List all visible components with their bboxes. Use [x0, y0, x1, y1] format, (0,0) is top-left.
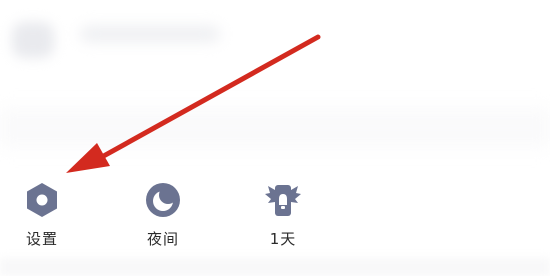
settings-label: 设置: [25, 230, 58, 248]
blurred-bottom-edge: [0, 258, 550, 276]
blurred-strip: [0, 108, 550, 148]
one-day-label: 1天: [269, 230, 297, 248]
blurred-header-area: [0, 0, 550, 150]
settings-button[interactable]: 设置: [12, 180, 72, 250]
username-placeholder: [80, 26, 220, 42]
night-mode-button[interactable]: 夜间: [133, 180, 193, 250]
angel-wings-icon: [263, 180, 303, 220]
avatar: [12, 22, 54, 58]
one-day-button[interactable]: 1天: [253, 180, 313, 250]
moon-icon: [143, 180, 183, 220]
night-mode-label: 夜间: [146, 230, 179, 248]
gear-hexagon-icon: [22, 180, 62, 220]
